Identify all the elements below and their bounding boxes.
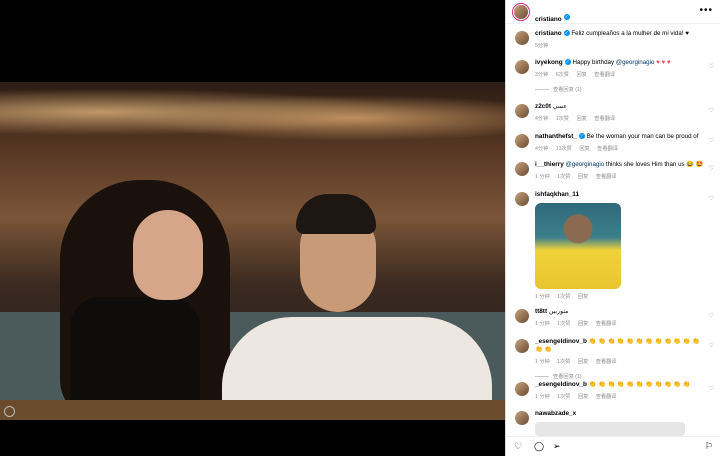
post-header: cristiano ✓ ••• bbox=[506, 0, 720, 24]
comment-likes[interactable]: 1次赞 bbox=[557, 359, 570, 365]
commenter-avatar[interactable] bbox=[515, 309, 529, 323]
comment-time[interactable]: 1 分钟 bbox=[535, 174, 550, 180]
comment-time[interactable]: 1 分钟 bbox=[535, 359, 550, 365]
comment-like-icon[interactable]: ♡ bbox=[709, 165, 714, 173]
reply-button[interactable]: 回复 bbox=[576, 116, 586, 122]
translate-button[interactable]: 查看翻译 bbox=[596, 359, 617, 365]
comment-mention[interactable]: @georginagio bbox=[616, 59, 655, 66]
comment-likes[interactable]: 6次赞 bbox=[556, 72, 569, 78]
comment-likes[interactable]: 1次赞 bbox=[557, 321, 570, 327]
comment-likes[interactable]: 13次赞 bbox=[556, 146, 572, 152]
translate-button[interactable]: 查看翻译 bbox=[596, 321, 617, 327]
post-side-panel: cristiano ✓ ••• cristiano ✓ Feliz cumpleañ… bbox=[505, 0, 720, 456]
tagged-users-icon[interactable] bbox=[4, 406, 15, 417]
action-bar: ♡ ◯ ➢ ⚐ bbox=[506, 436, 720, 456]
commenter-avatar[interactable] bbox=[515, 339, 529, 353]
author-username[interactable]: cristiano bbox=[535, 16, 562, 23]
reply-button[interactable]: 回复 bbox=[578, 294, 588, 300]
comment-text: Be the woman your man can be proud of bbox=[586, 133, 699, 140]
comment-username[interactable]: z2c0t bbox=[535, 103, 551, 110]
comment-like-icon[interactable]: ♡ bbox=[709, 195, 714, 203]
reply-button[interactable]: 回复 bbox=[578, 394, 588, 400]
verified-badge-icon: ✓ bbox=[578, 133, 585, 140]
commenter-avatar[interactable] bbox=[515, 134, 529, 148]
commenter-avatar[interactable] bbox=[515, 162, 529, 176]
comment-time[interactable]: 1 分钟 bbox=[535, 321, 550, 327]
comment-image-preview[interactable] bbox=[535, 422, 685, 436]
comment-text: مثوريبن bbox=[548, 308, 569, 315]
comment-text: ♥ ♥ ♥ bbox=[654, 59, 671, 66]
comment-time[interactable]: 4分钟 bbox=[535, 116, 548, 122]
reply-button[interactable]: 回复 bbox=[578, 174, 588, 180]
more-options-icon[interactable]: ••• bbox=[699, 6, 713, 16]
translate-button[interactable]: 查看翻译 bbox=[596, 394, 617, 400]
view-replies-button[interactable]: 查看回复 (1) bbox=[535, 86, 705, 94]
comment-likes[interactable]: 1次赞 bbox=[557, 174, 570, 180]
comment-likes[interactable]: 1次赞 bbox=[557, 394, 570, 400]
man-hair bbox=[296, 194, 376, 234]
reply-button[interactable]: 回复 bbox=[579, 146, 589, 152]
comment-prefix: Happy birthday bbox=[572, 59, 616, 66]
comment-gif-image[interactable] bbox=[535, 203, 621, 289]
caption-time[interactable]: 5分钟 bbox=[535, 43, 548, 49]
comment-username[interactable]: ishfaqkhan_11 bbox=[535, 191, 579, 198]
comment-time[interactable]: 4分钟 bbox=[535, 146, 548, 152]
comment-time[interactable]: 1 分钟 bbox=[535, 394, 550, 400]
woman-face bbox=[133, 210, 203, 300]
heart-icon[interactable]: ♡ bbox=[514, 442, 522, 451]
comment-mention[interactable]: @georginagio bbox=[566, 161, 605, 168]
commenter-avatar[interactable] bbox=[515, 104, 529, 118]
translate-button[interactable]: 查看翻译 bbox=[594, 72, 615, 78]
caption-text: Feliz cumpleaños a la mulher de mi vida!… bbox=[571, 30, 689, 37]
reply-button[interactable]: 回复 bbox=[578, 359, 588, 365]
translate-button[interactable]: 查看翻译 bbox=[597, 146, 618, 152]
comment-like-icon[interactable]: ♡ bbox=[709, 312, 714, 320]
comment-time[interactable]: 3分钟 bbox=[535, 72, 548, 78]
comment-likes[interactable]: 1次赞 bbox=[556, 116, 569, 122]
post-media bbox=[0, 0, 505, 456]
view-replies-button[interactable]: 查看回复 (1) bbox=[535, 373, 705, 381]
comment-time[interactable]: 1 分钟 bbox=[535, 294, 550, 300]
table bbox=[0, 400, 505, 420]
author-avatar[interactable] bbox=[514, 5, 528, 19]
comment-username[interactable]: ivyekong bbox=[535, 59, 563, 66]
share-icon[interactable]: ➢ bbox=[553, 442, 561, 451]
comment-like-icon[interactable]: ♡ bbox=[709, 342, 714, 350]
commenter-avatar[interactable] bbox=[515, 192, 529, 206]
reply-button[interactable]: 回复 bbox=[576, 72, 586, 78]
author-avatar[interactable] bbox=[515, 31, 529, 45]
comment-username[interactable]: _esengeldinov_b bbox=[535, 338, 587, 345]
comment-text: 👏 👏 👏 👏 👏 👏 👏 👏 👏 👏 👏 bbox=[588, 381, 691, 388]
post-photo[interactable] bbox=[0, 82, 505, 420]
verified-badge-icon: ✓ bbox=[563, 30, 570, 37]
translate-button[interactable]: 查看翻译 bbox=[594, 116, 615, 122]
comment-username[interactable]: tt8tt bbox=[535, 308, 547, 315]
background-lights bbox=[0, 82, 505, 142]
comment-text: عسي bbox=[552, 103, 568, 110]
verified-badge-icon: ✓ bbox=[563, 13, 570, 20]
reply-button[interactable]: 回复 bbox=[578, 321, 588, 327]
comment-like-icon[interactable]: ♡ bbox=[709, 385, 714, 393]
bookmark-icon[interactable]: ⚐ bbox=[705, 442, 713, 451]
comment-username[interactable]: nawabzade_x bbox=[535, 410, 576, 417]
comment-username[interactable]: _esengeldinov_b bbox=[535, 381, 587, 388]
caption-username[interactable]: cristiano bbox=[535, 30, 562, 37]
commenter-avatar[interactable] bbox=[515, 60, 529, 74]
commenter-avatar[interactable] bbox=[515, 382, 529, 396]
comment-like-icon[interactable]: ♡ bbox=[709, 63, 714, 71]
comment-likes[interactable]: 1次赞 bbox=[557, 294, 570, 300]
comment-like-icon[interactable]: ♡ bbox=[709, 137, 714, 145]
comment-username[interactable]: nathanthefst_ bbox=[535, 133, 577, 140]
verified-badge-icon: ✓ bbox=[564, 59, 571, 66]
comment-username[interactable]: i__thierry bbox=[535, 161, 564, 168]
commenter-avatar[interactable] bbox=[515, 411, 529, 425]
comment-like-icon[interactable]: ♡ bbox=[709, 107, 714, 115]
comments-list[interactable]: cristiano ✓ Feliz cumpleaños a la mulher … bbox=[506, 24, 720, 436]
comment-icon[interactable]: ◯ bbox=[534, 442, 544, 451]
comment-text: thinks she loves Him than us 😂 🤩 bbox=[604, 161, 704, 168]
translate-button[interactable]: 查看翻译 bbox=[596, 174, 617, 180]
